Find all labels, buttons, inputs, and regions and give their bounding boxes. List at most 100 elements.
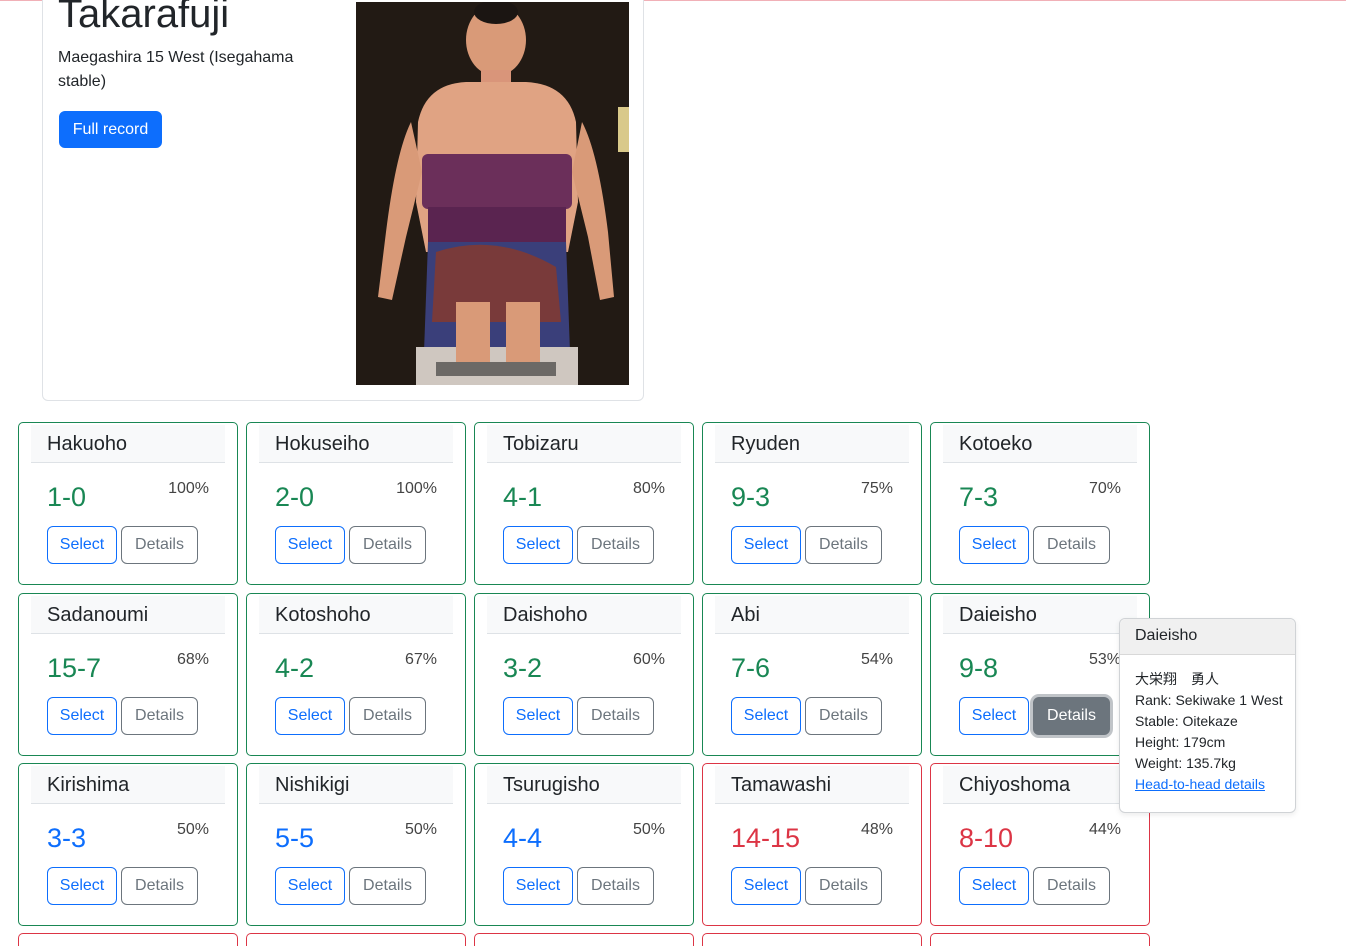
head-to-head-record: 1-0 xyxy=(47,482,87,512)
head-to-head-record: 4-2 xyxy=(275,653,315,683)
popover-weight: Weight: 135.7kg xyxy=(1135,755,1236,771)
select-button[interactable]: Select xyxy=(503,697,573,735)
details-button[interactable]: Details xyxy=(349,526,426,564)
wrestler-name: Takarafuji xyxy=(58,0,230,36)
details-button[interactable]: Details xyxy=(805,526,882,564)
select-button[interactable]: Select xyxy=(503,867,573,905)
win-percentage: 54% xyxy=(860,651,893,668)
opponent-name: Daieisho xyxy=(943,596,1137,634)
details-button[interactable]: Details xyxy=(1033,697,1110,735)
head-to-head-record: 15-7 xyxy=(47,653,102,683)
opponent-card: Hakuoho 1-0 100% Select Details xyxy=(18,422,238,585)
select-button[interactable]: Select xyxy=(275,867,345,905)
opponent-card: Ryuden 9-3 75% Select Details xyxy=(702,422,922,585)
wrestler-photo-illustration xyxy=(356,2,629,385)
win-percentage: 50% xyxy=(632,821,665,838)
win-percentage: 75% xyxy=(860,480,893,497)
details-button[interactable]: Details xyxy=(349,867,426,905)
wrestler-details-popover: Daieisho 大栄翔 勇人 Rank: Sekiwake 1 West St… xyxy=(1119,618,1296,813)
wrestler-photo xyxy=(356,2,629,385)
opponent-name: Kotoshoho xyxy=(259,596,453,634)
opponent-name: Sadanoumi xyxy=(31,596,225,634)
opponent-card: Abi 7-6 54% Select Details xyxy=(702,593,922,756)
opponent-card: Tamawashi 14-15 48% Select Details xyxy=(702,763,922,926)
select-button[interactable]: Select xyxy=(731,867,801,905)
details-button[interactable]: Details xyxy=(121,697,198,735)
opponent-card: Kotoeko 7-3 70% Select Details xyxy=(930,422,1150,585)
select-button[interactable]: Select xyxy=(959,526,1029,564)
opponent-card: Sadanoumi 15-7 68% Select Details xyxy=(18,593,238,756)
opponent-card: Kotoshoho 4-2 67% Select Details xyxy=(246,593,466,756)
head-to-head-record: 3-2 xyxy=(503,653,543,683)
select-button[interactable]: Select xyxy=(47,697,117,735)
opponent-card: Tobizaru 4-1 80% Select Details xyxy=(474,422,694,585)
opponent-card: Kirishima 3-3 50% Select Details xyxy=(18,763,238,926)
win-percentage: 50% xyxy=(404,821,437,838)
head-to-head-record: 3-3 xyxy=(47,823,87,853)
select-button[interactable]: Select xyxy=(47,867,117,905)
details-button[interactable]: Details xyxy=(1033,867,1110,905)
select-button[interactable]: Select xyxy=(959,867,1029,905)
popover-kanji-name: 大栄翔 勇人 xyxy=(1135,671,1219,687)
head-to-head-record: 2-0 xyxy=(275,482,315,512)
win-percentage: 48% xyxy=(860,821,893,838)
details-button[interactable]: Details xyxy=(577,697,654,735)
win-percentage: 67% xyxy=(404,651,437,668)
head-to-head-record: 7-3 xyxy=(959,482,999,512)
head-to-head-record: 4-4 xyxy=(503,823,543,853)
select-button[interactable]: Select xyxy=(503,526,573,564)
details-button[interactable]: Details xyxy=(349,697,426,735)
select-button[interactable]: Select xyxy=(959,697,1029,735)
popover-rank: Rank: Sekiwake 1 West xyxy=(1135,692,1283,708)
head-to-head-record: 14-15 xyxy=(731,823,801,853)
details-button[interactable]: Details xyxy=(577,867,654,905)
card-partial xyxy=(702,933,922,946)
popover-stable: Stable: Oitekaze xyxy=(1135,713,1238,729)
win-percentage: 53% xyxy=(1088,651,1121,668)
head-to-head-record: 5-5 xyxy=(275,823,315,853)
opponent-card: Nishikigi 5-5 50% Select Details xyxy=(246,763,466,926)
full-record-button[interactable]: Full record xyxy=(59,111,162,148)
win-percentage: 68% xyxy=(176,651,209,668)
opponent-name: Tsurugisho xyxy=(487,766,681,804)
win-percentage: 50% xyxy=(176,821,209,838)
select-button[interactable]: Select xyxy=(275,697,345,735)
opponent-name: Ryuden xyxy=(715,425,909,463)
opponent-name: Tamawashi xyxy=(715,766,909,804)
details-button[interactable]: Details xyxy=(805,867,882,905)
win-percentage: 100% xyxy=(396,480,437,497)
win-percentage: 80% xyxy=(632,480,665,497)
details-button[interactable]: Details xyxy=(1033,526,1110,564)
select-button[interactable]: Select xyxy=(731,526,801,564)
opponent-card: Daishoho 3-2 60% Select Details xyxy=(474,593,694,756)
opponent-name: Nishikigi xyxy=(259,766,453,804)
details-button[interactable]: Details xyxy=(577,526,654,564)
popover-body: 大栄翔 勇人 Rank: Sekiwake 1 West Stable: Oit… xyxy=(1120,655,1295,795)
select-button[interactable]: Select xyxy=(275,526,345,564)
card-partial xyxy=(18,933,238,946)
head-to-head-record: 4-1 xyxy=(503,482,543,512)
head-to-head-record: 8-10 xyxy=(959,823,1014,853)
card-partial xyxy=(474,933,694,946)
wrestler-rank: Maegashira 15 West (Isegahama stable) xyxy=(58,49,294,90)
card-partial xyxy=(930,933,1150,946)
opponent-name: Kotoeko xyxy=(943,425,1137,463)
opponent-name: Hakuoho xyxy=(31,425,225,463)
opponent-card: Chiyoshoma 8-10 44% Select Details xyxy=(930,763,1150,926)
details-button[interactable]: Details xyxy=(121,526,198,564)
opponent-card: Tsurugisho 4-4 50% Select Details xyxy=(474,763,694,926)
opponent-name: Daishoho xyxy=(487,596,681,634)
opponent-card: Daieisho 9-8 53% Select Details xyxy=(930,593,1150,756)
head-to-head-record: 9-3 xyxy=(731,482,771,512)
select-button[interactable]: Select xyxy=(731,697,801,735)
popover-title: Daieisho xyxy=(1120,619,1295,655)
head-to-head-record: 9-8 xyxy=(959,653,999,683)
popover-height: Height: 179cm xyxy=(1135,734,1226,750)
head-to-head-record: 7-6 xyxy=(731,653,771,683)
details-button[interactable]: Details xyxy=(121,867,198,905)
win-percentage: 70% xyxy=(1088,480,1121,497)
details-button[interactable]: Details xyxy=(805,697,882,735)
head-to-head-link[interactable]: Head-to-head details xyxy=(1135,776,1265,792)
opponent-name: Hokuseiho xyxy=(259,425,453,463)
select-button[interactable]: Select xyxy=(47,526,117,564)
